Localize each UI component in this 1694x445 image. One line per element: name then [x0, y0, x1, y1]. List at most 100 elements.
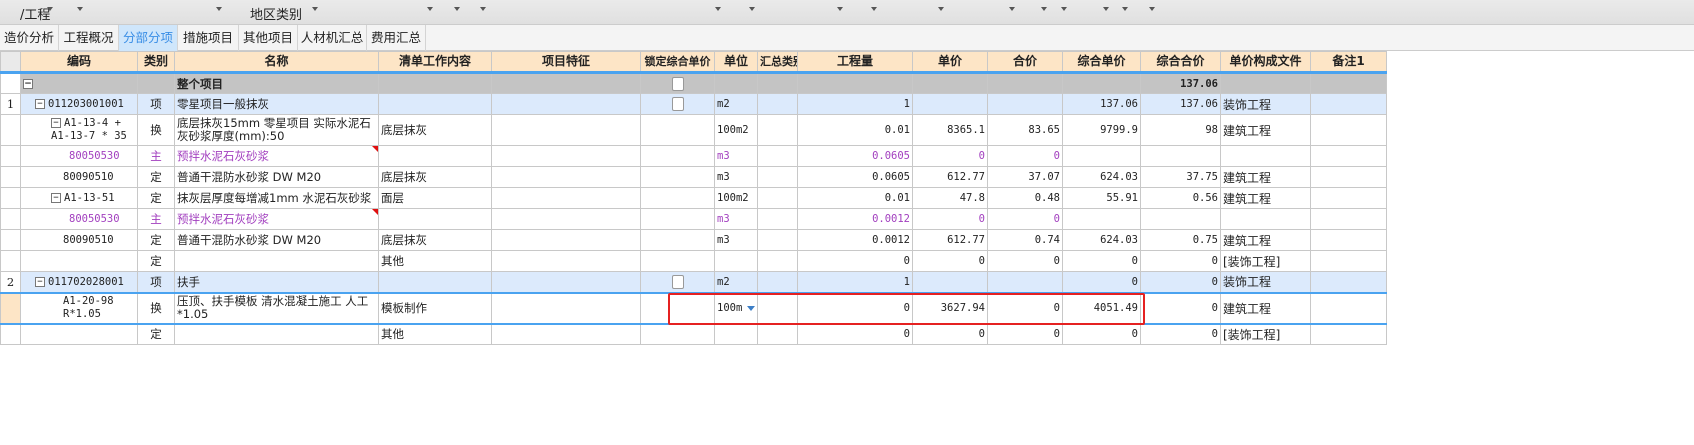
- feature-cell[interactable]: [491, 208, 641, 230]
- unit-price-cell[interactable]: 8365.1: [912, 114, 988, 146]
- unit-price-cell[interactable]: 0: [912, 250, 988, 272]
- composite-unit-price-cell[interactable]: 0: [1062, 271, 1141, 293]
- collapse-icon[interactable]: −: [35, 99, 45, 109]
- type-cell[interactable]: 项: [137, 93, 175, 115]
- col-header[interactable]: 单价: [912, 51, 988, 74]
- note-cell[interactable]: [1310, 166, 1387, 188]
- total-price-cell[interactable]: 83.65: [987, 114, 1063, 146]
- col-header[interactable]: 汇总类别: [757, 51, 798, 74]
- feature-cell[interactable]: [491, 187, 641, 209]
- collapse-icon[interactable]: −: [23, 79, 33, 89]
- feature-cell[interactable]: [491, 229, 641, 251]
- dropdown-arrow-icon[interactable]: [427, 7, 433, 11]
- price-file-cell[interactable]: [1220, 145, 1311, 167]
- composite-unit-price-cell[interactable]: 0: [1062, 323, 1141, 345]
- quantity-cell[interactable]: 0: [797, 250, 913, 272]
- col-header[interactable]: 类别: [137, 51, 175, 74]
- price-file-cell[interactable]: [1220, 208, 1311, 230]
- unit-cell[interactable]: m2: [714, 271, 758, 293]
- work-content-cell[interactable]: 底层抹灰: [378, 229, 492, 251]
- work-content-cell[interactable]: 其他: [378, 323, 492, 345]
- quantity-cell[interactable]: 0.0012: [797, 208, 913, 230]
- total-price-cell[interactable]: 0.48: [987, 187, 1063, 209]
- type-cell[interactable]: 定: [137, 166, 175, 188]
- quantity-cell[interactable]: 0: [797, 291, 913, 325]
- type-cell[interactable]: 定: [137, 250, 175, 272]
- collapse-icon[interactable]: −: [51, 118, 61, 128]
- composite-total-cell[interactable]: 37.75: [1140, 166, 1221, 188]
- whole-project-row[interactable]: − 整个项目 137.06: [0, 72, 1387, 94]
- feature-cell[interactable]: [491, 291, 641, 325]
- tab-sub-items[interactable]: 分部分项: [119, 25, 178, 51]
- work-content-cell[interactable]: [378, 93, 492, 115]
- note-cell[interactable]: [1310, 114, 1387, 146]
- summary-category-cell[interactable]: [757, 291, 798, 325]
- lock-cell[interactable]: [640, 229, 715, 251]
- note-cell[interactable]: [1310, 250, 1387, 272]
- price-file-cell[interactable]: 建筑工程: [1220, 187, 1311, 209]
- work-content-cell[interactable]: 面层: [378, 187, 492, 209]
- summary-category-cell[interactable]: [757, 93, 798, 115]
- note-cell[interactable]: [1310, 208, 1387, 230]
- price-file-cell[interactable]: 装饰工程: [1220, 271, 1311, 293]
- composite-unit-price-cell[interactable]: [1062, 208, 1141, 230]
- lock-cell[interactable]: [640, 250, 715, 272]
- unit-cell[interactable]: [714, 323, 758, 345]
- lock-cell[interactable]: [640, 323, 715, 345]
- code-cell[interactable]: − A1-13-4 + A1-13-7 * 35: [20, 114, 138, 146]
- quantity-cell[interactable]: 0: [797, 323, 913, 345]
- quantity-cell[interactable]: 1: [797, 271, 913, 293]
- table-row[interactable]: 定 其他 0 0 0 0 0 [装饰工程]: [0, 323, 1387, 345]
- col-header[interactable]: 综合单价: [1062, 51, 1141, 74]
- name-cell[interactable]: 普通干混防水砂浆 DW M20: [174, 229, 379, 251]
- type-cell[interactable]: 定: [137, 187, 175, 209]
- work-content-cell[interactable]: [378, 208, 492, 230]
- dropdown-arrow-icon[interactable]: [454, 7, 460, 11]
- col-header[interactable]: 锁定综合单价: [640, 51, 715, 74]
- dropdown-arrow-icon[interactable]: [1061, 7, 1067, 11]
- feature-cell[interactable]: [491, 271, 641, 293]
- summary-category-cell[interactable]: [757, 166, 798, 188]
- unit-price-cell[interactable]: 612.77: [912, 229, 988, 251]
- unit-price-cell[interactable]: 47.8: [912, 187, 988, 209]
- code-cell[interactable]: 80090510: [20, 229, 138, 251]
- unit-price-cell[interactable]: [912, 93, 988, 115]
- composite-unit-price-cell[interactable]: 624.03: [1062, 229, 1141, 251]
- note-cell[interactable]: [1310, 271, 1387, 293]
- total-price-cell[interactable]: 0: [987, 291, 1063, 325]
- composite-total-cell[interactable]: 0.56: [1140, 187, 1221, 209]
- table-row[interactable]: 80050530 主 预拌水泥石灰砂浆 m3 0.0012 0 0: [0, 208, 1387, 230]
- feature-cell[interactable]: [491, 250, 641, 272]
- name-cell[interactable]: 扶手: [174, 271, 379, 293]
- lock-price-checkbox[interactable]: [671, 275, 684, 289]
- quantity-cell[interactable]: 0.0605: [797, 145, 913, 167]
- composite-unit-price-cell[interactable]: [1062, 145, 1141, 167]
- total-price-cell[interactable]: 37.07: [987, 166, 1063, 188]
- type-cell[interactable]: 主: [137, 208, 175, 230]
- code-cell[interactable]: − A1-13-51: [20, 187, 138, 209]
- type-cell[interactable]: 换: [137, 291, 175, 325]
- unit-cell[interactable]: m3: [714, 208, 758, 230]
- note-cell[interactable]: [1310, 323, 1387, 345]
- collapse-icon[interactable]: −: [51, 193, 61, 203]
- dropdown-arrow-icon[interactable]: [715, 7, 721, 11]
- unit-price-cell[interactable]: 0: [912, 145, 988, 167]
- note-cell[interactable]: [1310, 145, 1387, 167]
- composite-total-cell[interactable]: 0: [1140, 291, 1221, 325]
- dropdown-arrow-icon[interactable]: [938, 7, 944, 11]
- composite-total-cell[interactable]: 0.75: [1140, 229, 1221, 251]
- composite-unit-price-cell[interactable]: 55.91: [1062, 187, 1141, 209]
- dropdown-arrow-icon[interactable]: [871, 7, 877, 11]
- unit-price-cell[interactable]: 0: [912, 323, 988, 345]
- lock-cell[interactable]: [640, 145, 715, 167]
- col-header[interactable]: 编码: [20, 51, 138, 74]
- lock-price-checkbox[interactable]: [671, 76, 684, 91]
- unit-cell[interactable]: 100m: [714, 291, 758, 325]
- tab-labor-material-summary[interactable]: 人材机汇总: [298, 25, 367, 51]
- table-row[interactable]: − A1-13-51 定 抹灰层厚度每增减1mm 水泥石灰砂浆 面层 100m2 …: [0, 187, 1387, 209]
- type-cell[interactable]: 换: [137, 114, 175, 146]
- table-row[interactable]: 1 −011203001001 项 零星项目一般抹灰 m2 1 137.06 1…: [0, 93, 1387, 115]
- total-price-cell[interactable]: 0.74: [987, 229, 1063, 251]
- table-row[interactable]: 80090510 定 普通干混防水砂浆 DW M20 底层抹灰 m3 0.001…: [0, 229, 1387, 251]
- summary-category-cell[interactable]: [757, 145, 798, 167]
